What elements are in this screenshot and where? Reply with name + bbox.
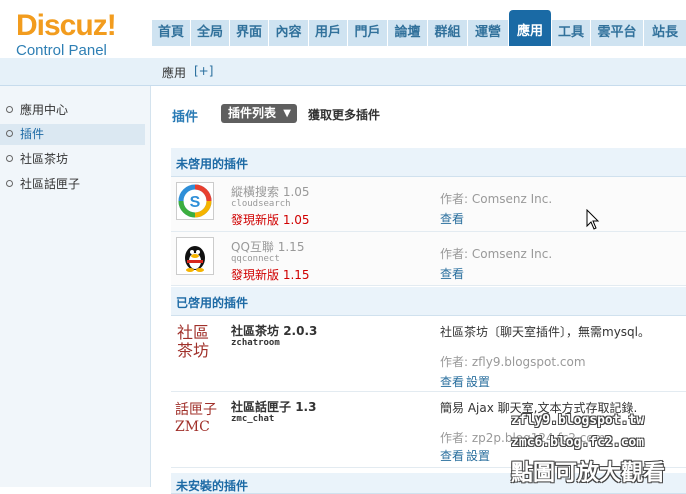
- zmc-chat-logo-icon: 話匣子 ZMC: [175, 402, 219, 436]
- tab-webmaster[interactable]: 站長: [644, 20, 686, 46]
- plugin-id: zmc_chat: [231, 414, 275, 424]
- update-available[interactable]: 發現新版 1.05: [231, 211, 310, 228]
- settings-link[interactable]: 設置: [466, 447, 490, 464]
- tab-cloud[interactable]: 雲平台: [591, 20, 644, 46]
- sidebar-item-label: 社區茶坊: [20, 152, 69, 166]
- sidebar-item-app-center[interactable]: 應用中心: [0, 100, 145, 121]
- tab-users[interactable]: 用戶: [309, 20, 348, 46]
- watermark-caption: 點圖可放大觀看: [511, 461, 666, 486]
- chevron-down-icon: ▼: [283, 108, 291, 119]
- plugin-author: 作者: Comsenz Inc.: [440, 192, 553, 206]
- plugin-row-zchatroom: 社區 茶坊 社區茶坊 2.0.3 zchatroom 社區茶坊〔聊天室插件〕，無…: [171, 316, 686, 392]
- sidebar: 應用中心 插件 社區茶坊 社區話匣子: [0, 86, 151, 487]
- tab-forum[interactable]: 論壇: [388, 20, 428, 46]
- bullet-icon: [6, 155, 13, 162]
- plugin-id: zchatroom: [231, 338, 280, 348]
- bullet-icon: [6, 130, 13, 137]
- zchatroom-logo-icon: 社區 茶坊: [177, 324, 217, 360]
- logo-text: ZMC: [175, 419, 210, 435]
- add-shortcut-button[interactable]: [+]: [194, 64, 213, 78]
- plugin-id: qqconnect: [231, 254, 280, 264]
- page-title: 插件: [172, 110, 199, 125]
- tab-global[interactable]: 全局: [191, 20, 230, 46]
- section-title: 未安裝的插件: [176, 479, 249, 493]
- section-title: 已啓用的插件: [176, 296, 249, 310]
- plugin-list-dropdown[interactable]: 插件列表 ▼: [221, 104, 297, 123]
- logo-text: 茶坊: [177, 341, 210, 360]
- section-title: 未啓用的插件: [176, 157, 249, 171]
- sidebar-item-label: 插件: [20, 127, 45, 141]
- view-link[interactable]: 查看: [440, 265, 464, 282]
- plugin-row-cloudsearch: S 縱橫搜索 1.05 cloudsearch 發現新版 1.05 作者: Co…: [171, 177, 686, 232]
- plugin-description: 社區茶坊〔聊天室插件〕，無需mysql。: [440, 325, 650, 339]
- watermark-url-1: zfly9.blogspot.tw: [511, 413, 645, 428]
- sidebar-item-chatroom[interactable]: 社區茶坊: [0, 149, 145, 170]
- logo-title: Discuz!: [16, 9, 117, 42]
- logo-text: 話匣子: [175, 402, 217, 418]
- breadcrumb-bar: 應用 [+]: [0, 58, 686, 86]
- sidebar-item-plugins[interactable]: 插件: [0, 124, 145, 145]
- qq-penguin-icon: [176, 237, 214, 275]
- sidebar-item-chat-box[interactable]: 社區話匣子: [0, 174, 145, 195]
- tab-tools[interactable]: 工具: [552, 20, 591, 46]
- plugin-row-qqconnect: QQ互聯 1.15 qqconnect 發現新版 1.15 作者: Comsen…: [171, 232, 686, 286]
- tab-home[interactable]: 首頁: [152, 20, 191, 46]
- cloudsearch-icon: S: [176, 182, 214, 220]
- tab-groups[interactable]: 群組: [428, 20, 468, 46]
- plugin-name: 社區茶坊 2.0.3: [231, 324, 318, 338]
- tab-apps[interactable]: 應用: [509, 10, 552, 46]
- section-disabled-plugins: 未啓用的插件: [171, 148, 686, 177]
- plugin-list-label: 插件列表: [228, 106, 277, 120]
- update-available[interactable]: 發現新版 1.15: [231, 266, 310, 283]
- plugin-author: 作者: zfly9.blogspot.com: [440, 355, 586, 369]
- plugin-name: 社區話匣子 1.3: [231, 400, 317, 414]
- sidebar-item-label: 應用中心: [20, 103, 69, 117]
- view-link[interactable]: 查看: [440, 373, 464, 390]
- settings-link[interactable]: 設置: [466, 373, 490, 390]
- tab-content[interactable]: 內容: [269, 20, 309, 46]
- watermark-url-2: zmc6.blog.fc2.com: [511, 435, 645, 450]
- plugin-name: QQ互聯 1.15: [231, 240, 305, 254]
- logo[interactable]: Discuz! Control Panel: [16, 9, 117, 60]
- plugin-id: cloudsearch: [231, 199, 291, 209]
- svg-text:S: S: [190, 194, 201, 211]
- breadcrumb: 應用: [162, 66, 187, 80]
- top-navigation: 首頁 全局 界面 內容 用戶 門戶 論壇 群組 運營 應用 工具 雲平台 站長: [152, 10, 686, 46]
- section-enabled-plugins: 已啓用的插件: [171, 287, 686, 316]
- get-more-plugins-link[interactable]: 獲取更多插件: [308, 106, 380, 123]
- plugin-author: 作者: Comsenz Inc.: [440, 247, 553, 261]
- tab-portal[interactable]: 門戶: [348, 20, 388, 46]
- view-link[interactable]: 查看: [440, 210, 464, 227]
- tab-interface[interactable]: 界面: [230, 20, 269, 46]
- plugin-name: 縱橫搜索 1.05: [231, 185, 310, 199]
- mouse-cursor-icon: [586, 209, 600, 230]
- view-link[interactable]: 查看: [440, 447, 464, 464]
- sidebar-item-label: 社區話匣子: [20, 177, 81, 191]
- header: Discuz! Control Panel 首頁 全局 界面 內容 用戶 門戶 …: [0, 0, 686, 60]
- logo-text: 社區: [177, 323, 210, 342]
- tab-operations[interactable]: 運營: [468, 20, 509, 46]
- bullet-icon: [6, 180, 13, 187]
- bullet-icon: [6, 106, 13, 113]
